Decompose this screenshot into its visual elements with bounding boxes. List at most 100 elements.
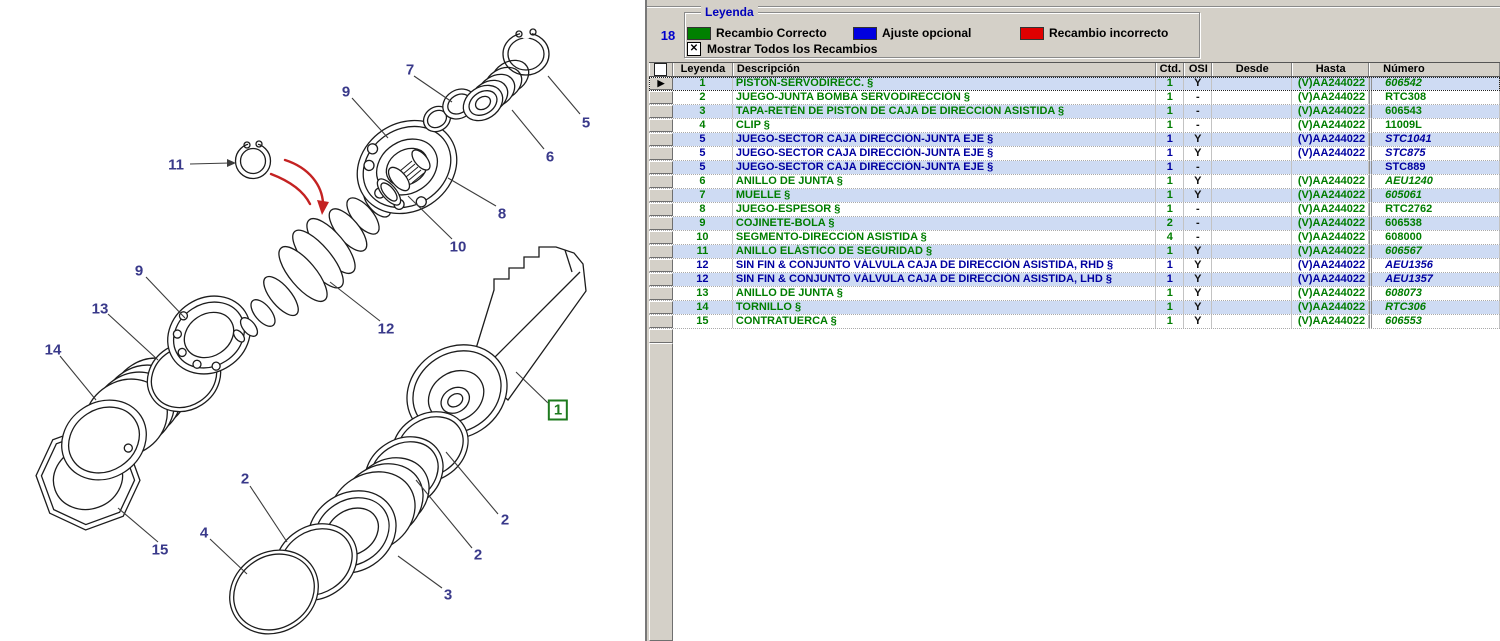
cell-descripcion: CONTRATUERCA § (733, 315, 1156, 328)
diagram-panel: 795611810913121412224153 (0, 0, 645, 641)
cell-descripcion: CLIP § (733, 119, 1156, 132)
cell-leyenda: 7 (673, 189, 733, 202)
row-selector[interactable] (649, 273, 673, 286)
cell-descripcion: TAPA-RETÉN DE PISTON DE CAJA DE DIRECCIÓ… (733, 105, 1156, 118)
table-row[interactable]: 9COJINETE-BOLA §2-(V)AA244022606538 (649, 217, 1500, 231)
cell-hasta: (V)AA244022 (1292, 203, 1369, 216)
legend-item-label: Recambio incorrecto (1049, 26, 1168, 40)
table-row[interactable]: 3TAPA-RETÉN DE PISTON DE CAJA DE DIRECCI… (649, 105, 1500, 119)
cell-osi: Y (1184, 175, 1212, 188)
cell-desde (1212, 203, 1292, 216)
show-all-parts-checkbox[interactable]: ✕ (687, 42, 701, 56)
row-selector[interactable] (649, 91, 673, 104)
exploded-diagram-drawing (0, 0, 645, 641)
cell-hasta (1292, 161, 1369, 174)
table-row[interactable]: 5JUEGO-SECTOR CAJA DIRECCIÓN-JUNTA EJE §… (649, 161, 1500, 175)
cell-ctd: 1 (1156, 259, 1184, 272)
cell-descripcion: TORNILLO § (733, 301, 1156, 314)
table-row[interactable]: 2JUEGO-JUNTA BOMBA SERVODIRECCIÓN §1-(V)… (649, 91, 1500, 105)
cell-osi: Y (1184, 133, 1212, 146)
cell-ctd: 1 (1156, 245, 1184, 258)
cell-numero: RTC308 (1369, 91, 1500, 104)
row-selector[interactable] (649, 245, 673, 258)
row-selector[interactable] (649, 119, 673, 132)
cell-numero: STC889 (1369, 161, 1500, 174)
red-pointer-arrow (271, 160, 329, 215)
cell-osi: Y (1184, 147, 1212, 160)
row-selector[interactable] (649, 147, 673, 160)
cell-leyenda: 1 (673, 77, 733, 90)
row-selector[interactable] (649, 315, 673, 328)
cell-hasta: (V)AA244022 (1292, 287, 1369, 300)
cell-desde (1212, 91, 1292, 104)
cell-hasta: (V)AA244022 (1292, 189, 1369, 202)
cell-ctd: 1 (1156, 147, 1184, 160)
row-selector[interactable] (649, 287, 673, 300)
row-selector[interactable] (649, 105, 673, 118)
cell-leyenda: 14 (673, 301, 733, 314)
row-selector[interactable] (649, 231, 673, 244)
cell-ctd: 1 (1156, 77, 1184, 90)
select-all-checkbox[interactable] (654, 63, 667, 76)
row-selector[interactable] (649, 259, 673, 272)
table-row[interactable]: 15CONTRATUERCA §1Y(V)AA244022606553 (649, 315, 1500, 329)
select-all-header-cell[interactable] (649, 63, 673, 76)
table-row[interactable]: 10SEGMENTO-DIRECCIÓN ASISTIDA §4-(V)AA24… (649, 231, 1500, 245)
correct-color-swatch (687, 27, 711, 40)
cell-leyenda: 2 (673, 91, 733, 104)
empty-record-selector (649, 329, 673, 343)
cell-ctd: 2 (1156, 217, 1184, 230)
table-row[interactable]: 8JUEGO-ESPESOR §1-(V)AA244022RTC2762 (649, 203, 1500, 217)
table-row[interactable]: 12SIN FIN & CONJUNTO VÁLVULA CAJA DE DIR… (649, 259, 1500, 273)
cell-ctd: 1 (1156, 203, 1184, 216)
table-row[interactable]: 7MUELLE §1Y(V)AA244022605061 (649, 189, 1500, 203)
cell-osi: Y (1184, 287, 1212, 300)
col-header-hasta[interactable]: Hasta (1292, 63, 1369, 76)
cell-leyenda: 5 (673, 133, 733, 146)
table-row[interactable]: 13ANILLO DE JUNTA §1Y(V)AA244022608073 (649, 287, 1500, 301)
col-header-numero[interactable]: Número (1369, 63, 1500, 76)
table-row[interactable]: 11ANILLO ELÁSTICO DE SEGURIDAD §1Y(V)AA2… (649, 245, 1500, 259)
row-selector[interactable] (649, 161, 673, 174)
table-row[interactable]: 4CLIP §1-(V)AA24402211009L (649, 119, 1500, 133)
col-header-descripcion[interactable]: Descripción (733, 63, 1156, 76)
cell-leyenda: 5 (673, 161, 733, 174)
part-worm-shaft-12 (231, 182, 395, 344)
cell-hasta: (V)AA244022 (1292, 301, 1369, 314)
cell-numero: 606543 (1369, 105, 1500, 118)
cell-osi: - (1184, 217, 1212, 230)
cell-numero: AEU1357 (1369, 273, 1500, 286)
cell-descripcion: ANILLO ELÁSTICO DE SEGURIDAD § (733, 245, 1156, 258)
row-selector[interactable] (649, 203, 673, 216)
row-selector[interactable] (649, 217, 673, 230)
cell-osi: Y (1184, 301, 1212, 314)
row-selector[interactable] (649, 189, 673, 202)
cell-numero: 608073 (1369, 287, 1500, 300)
table-row[interactable]: 5JUEGO-SECTOR CAJA DIRECCIÓN-JUNTA EJE §… (649, 147, 1500, 161)
cell-hasta: (V)AA244022 (1292, 77, 1369, 90)
row-selector[interactable]: ▶ (649, 77, 673, 90)
cell-ctd: 4 (1156, 231, 1184, 244)
row-selector[interactable] (649, 301, 673, 314)
row-selector[interactable] (649, 175, 673, 188)
table-row[interactable]: ▶1PISTÓN-SERVODIRECC. §1Y(V)AA2440226065… (649, 77, 1500, 91)
col-header-desde[interactable]: Desde (1212, 63, 1292, 76)
cell-ctd: 1 (1156, 301, 1184, 314)
cell-descripcion: PISTÓN-SERVODIRECC. § (733, 77, 1156, 90)
cell-osi: - (1184, 119, 1212, 132)
cell-osi: Y (1184, 245, 1212, 258)
col-header-osi[interactable]: OSI (1184, 63, 1212, 76)
cell-desde (1212, 245, 1292, 258)
table-row[interactable]: 14TORNILLO §1Y(V)AA244022RTC306 (649, 301, 1500, 315)
table-row[interactable]: 12SIN FIN & CONJUNTO VÁLVULA CAJA DE DIR… (649, 273, 1500, 287)
row-selector[interactable] (649, 133, 673, 146)
cell-hasta: (V)AA244022 (1292, 259, 1369, 272)
col-header-leyenda[interactable]: Leyenda (673, 63, 733, 76)
table-row[interactable]: 6ANILLO DE JUNTA §1Y(V)AA244022AEU1240 (649, 175, 1500, 189)
legend-groupbox: Leyenda Recambio Correcto Ajuste opciona… (684, 12, 1200, 58)
cell-desde (1212, 231, 1292, 244)
table-row[interactable]: 5JUEGO-SECTOR CAJA DIRECCIÓN-JUNTA EJE §… (649, 133, 1500, 147)
cell-desde (1212, 77, 1292, 90)
cell-descripcion: SIN FIN & CONJUNTO VÁLVULA CAJA DE DIREC… (733, 273, 1156, 286)
col-header-ctd[interactable]: Ctd. (1156, 63, 1184, 76)
